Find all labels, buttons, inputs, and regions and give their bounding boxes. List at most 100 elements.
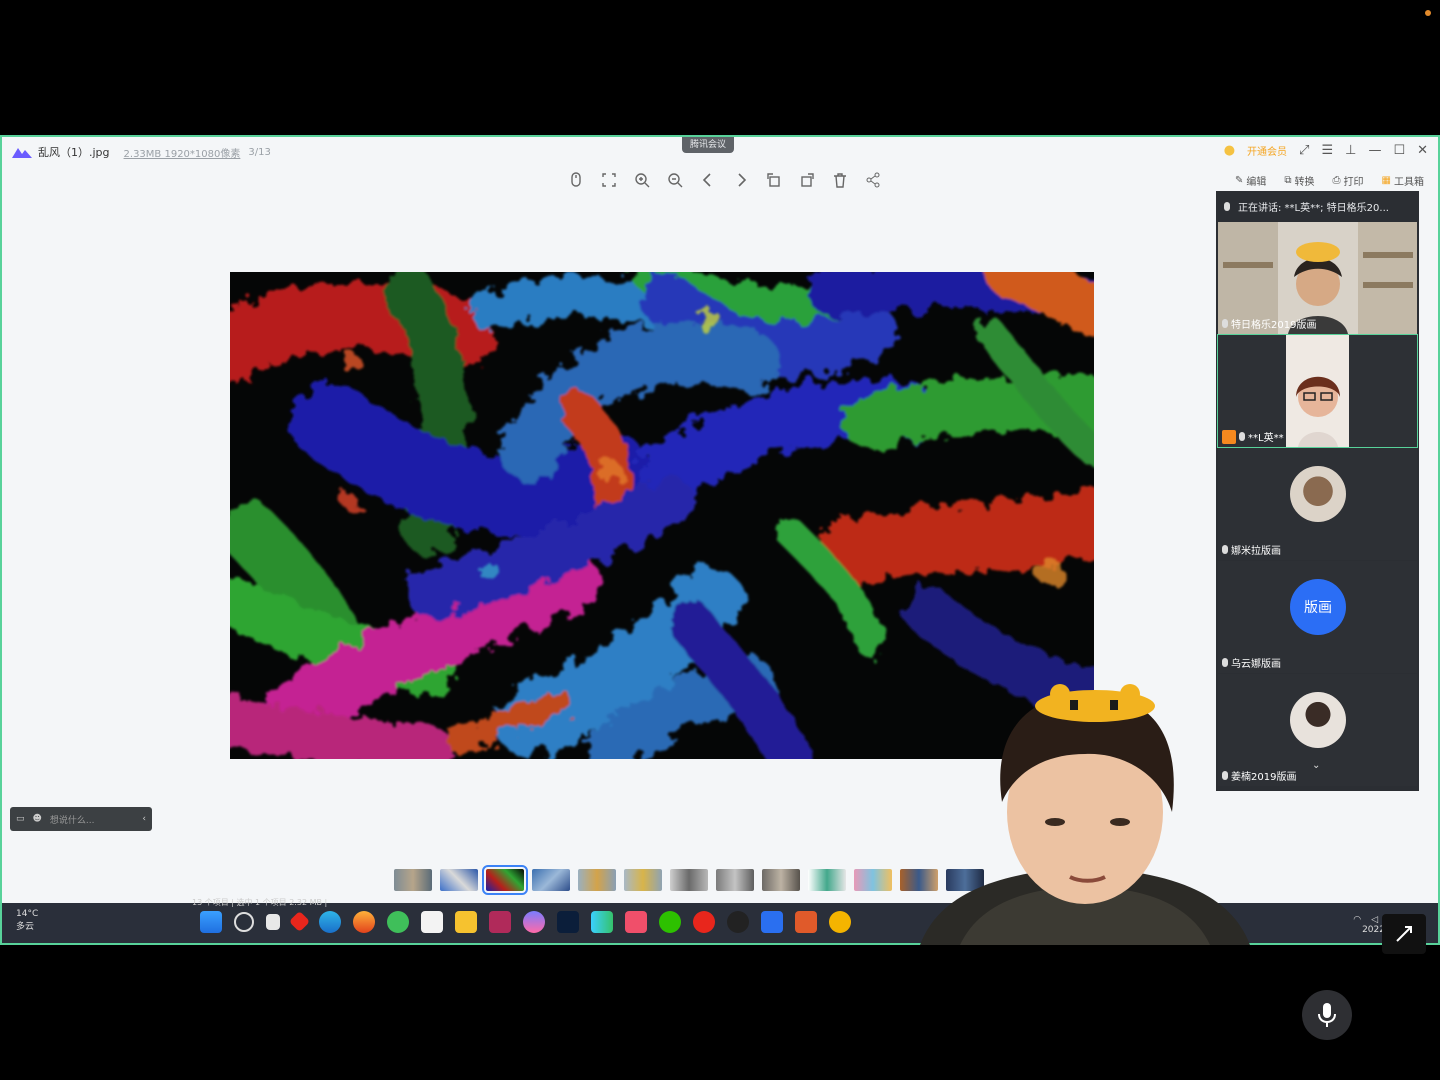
file-name: 乱风（1）.jpg <box>38 146 110 159</box>
pin-icon[interactable]: ⊥ <box>1345 143 1356 158</box>
explorer-status: 13 个项目 | 选中 1 个项目 2.32 MB | <box>192 898 328 907</box>
menu-icon[interactable]: ☰ <box>1321 143 1333 158</box>
file-count: 3/13 <box>248 146 271 158</box>
toolbar-edit-label: 编辑 <box>1246 177 1267 188</box>
participant-name: 特日格乐2019版画 <box>1222 316 1316 331</box>
close-icon[interactable]: ✕ <box>1417 143 1428 158</box>
window-controls: ● 开通会员 ⤢ ☰ ⊥ — ☐ ✕ <box>1224 143 1428 158</box>
next-icon[interactable] <box>732 171 750 189</box>
chat-input[interactable]: 想说什么... <box>50 813 95 826</box>
thumbnail[interactable] <box>624 869 662 891</box>
speaking-text: 正在讲话: **L英**; 特日格乐20... <box>1238 202 1389 214</box>
expand-button[interactable] <box>1382 914 1426 954</box>
edge-icon[interactable] <box>319 911 341 933</box>
meeting-tag[interactable]: 腾讯会议 <box>682 137 735 153</box>
participant-tile-active[interactable]: **L英** <box>1217 334 1418 448</box>
mic-icon <box>1222 545 1228 554</box>
chevron-down-icon[interactable]: ⌄ <box>1312 760 1320 771</box>
mic-icon <box>1239 432 1245 441</box>
fit-screen-icon[interactable] <box>600 171 618 189</box>
app-icon[interactable] <box>795 911 817 933</box>
wifi-icon[interactable]: ◠ <box>1353 915 1361 925</box>
chat-app-icon[interactable] <box>387 911 409 933</box>
search-icon[interactable] <box>234 912 254 932</box>
vip-button[interactable]: 开通会员 <box>1247 143 1287 158</box>
photoshop-icon[interactable] <box>557 911 579 933</box>
meeting-icon[interactable] <box>761 911 783 933</box>
windows-start-icon[interactable] <box>200 911 222 933</box>
folder-icon[interactable] <box>455 911 477 933</box>
participant-tile[interactable]: 娜米拉版画 <box>1218 448 1417 560</box>
thumbnail[interactable] <box>716 869 754 891</box>
collapse-icon[interactable]: ‹ <box>142 814 146 824</box>
crown-icon[interactable]: ● <box>1224 143 1235 158</box>
app-icon[interactable] <box>523 911 545 933</box>
file-meta[interactable]: 2.33MB 1920*1080像素 <box>124 145 241 160</box>
mic-icon <box>1222 658 1228 667</box>
participant-tile[interactable]: 版画 乌云娜版画 <box>1218 561 1417 673</box>
app-icon[interactable] <box>591 911 613 933</box>
avatar <box>1290 466 1346 522</box>
convert-icon: ⧉ <box>1284 175 1292 186</box>
share-icon[interactable] <box>864 171 882 189</box>
red-app-icon[interactable] <box>288 910 311 933</box>
speaking-indicator: 正在讲话: **L英**; 特日格乐20... <box>1216 191 1419 221</box>
qq-icon[interactable] <box>727 911 749 933</box>
app-icon[interactable] <box>489 911 511 933</box>
viewer-logo-icon <box>12 148 32 158</box>
viewer-toolbar <box>567 171 882 189</box>
mini-input-bar: ▭ ☻ 想说什么... ‹ <box>10 807 152 831</box>
thumbnail[interactable] <box>670 869 708 891</box>
toolbox-icon: ▦ <box>1381 175 1391 186</box>
weather-widget[interactable]: 14°C 多云 <box>16 909 38 932</box>
screen-icon[interactable]: ▭ <box>16 814 25 824</box>
toolbar-convert[interactable]: ⧉ 转换 <box>1284 173 1314 188</box>
thumbnail[interactable] <box>808 869 846 891</box>
delete-icon[interactable] <box>831 171 849 189</box>
wechat-icon[interactable] <box>659 911 681 933</box>
participant-name-text: **L英** <box>1248 433 1284 444</box>
thumbnail[interactable] <box>394 869 432 891</box>
zoom-out-icon[interactable] <box>666 171 684 189</box>
emoji-icon[interactable]: ☻ <box>33 814 42 824</box>
weather-desc: 多云 <box>16 922 35 932</box>
participant-tile[interactable]: 特日格乐2019版画 <box>1218 222 1417 334</box>
store-icon[interactable] <box>421 911 443 933</box>
app-icon[interactable] <box>625 911 647 933</box>
image-viewer-titlebar: 乱风（1）.jpg 2.33MB 1920*1080像素 3/13 腾讯会议 ●… <box>2 137 1438 167</box>
rotate-right-icon[interactable] <box>798 171 816 189</box>
volume-icon[interactable]: ◁ <box>1371 915 1378 925</box>
rotate-left-icon[interactable] <box>765 171 783 189</box>
maximize-icon[interactable]: ☐ <box>1393 143 1405 158</box>
expand-icon <box>1396 926 1412 942</box>
previous-icon[interactable] <box>699 171 717 189</box>
thumbnail[interactable] <box>854 869 892 891</box>
avatar <box>1290 692 1346 748</box>
participant-name: 乌云娜版画 <box>1222 655 1281 670</box>
participant-name-text: 特日格乐2019版画 <box>1231 320 1317 331</box>
thumbnail[interactable] <box>440 869 478 891</box>
toolbar-print[interactable]: ⎙ 打印 <box>1333 173 1364 188</box>
fullscreen-icon[interactable]: ⤢ <box>1299 143 1309 158</box>
minimize-icon[interactable]: — <box>1368 143 1381 158</box>
toolbar-print-label: 打印 <box>1343 177 1364 188</box>
google-icon[interactable] <box>829 911 851 933</box>
weibo-icon[interactable] <box>693 911 715 933</box>
toolbar-edit[interactable]: ✎ 编辑 <box>1235 173 1266 188</box>
participant-name-text: 娜米拉版画 <box>1231 546 1281 557</box>
thumbnail[interactable] <box>578 869 616 891</box>
thumbnail[interactable] <box>532 869 570 891</box>
firefox-icon[interactable] <box>353 911 375 933</box>
edit-icon: ✎ <box>1235 175 1244 186</box>
task-view-icon[interactable] <box>266 914 280 930</box>
mouse-icon[interactable] <box>567 171 585 189</box>
print-icon: ⎙ <box>1332 175 1341 186</box>
toolbar-toolbox[interactable]: ▦ 工具箱 <box>1382 173 1424 188</box>
thumbnail[interactable] <box>762 869 800 891</box>
participant-name: **L英** <box>1222 429 1284 444</box>
participant-name: 娜米拉版画 <box>1222 542 1281 557</box>
mic-button[interactable] <box>1302 990 1352 1040</box>
zoom-in-icon[interactable] <box>633 171 651 189</box>
participant-name-text: 乌云娜版画 <box>1231 659 1281 670</box>
thumbnail-active[interactable] <box>482 865 528 895</box>
